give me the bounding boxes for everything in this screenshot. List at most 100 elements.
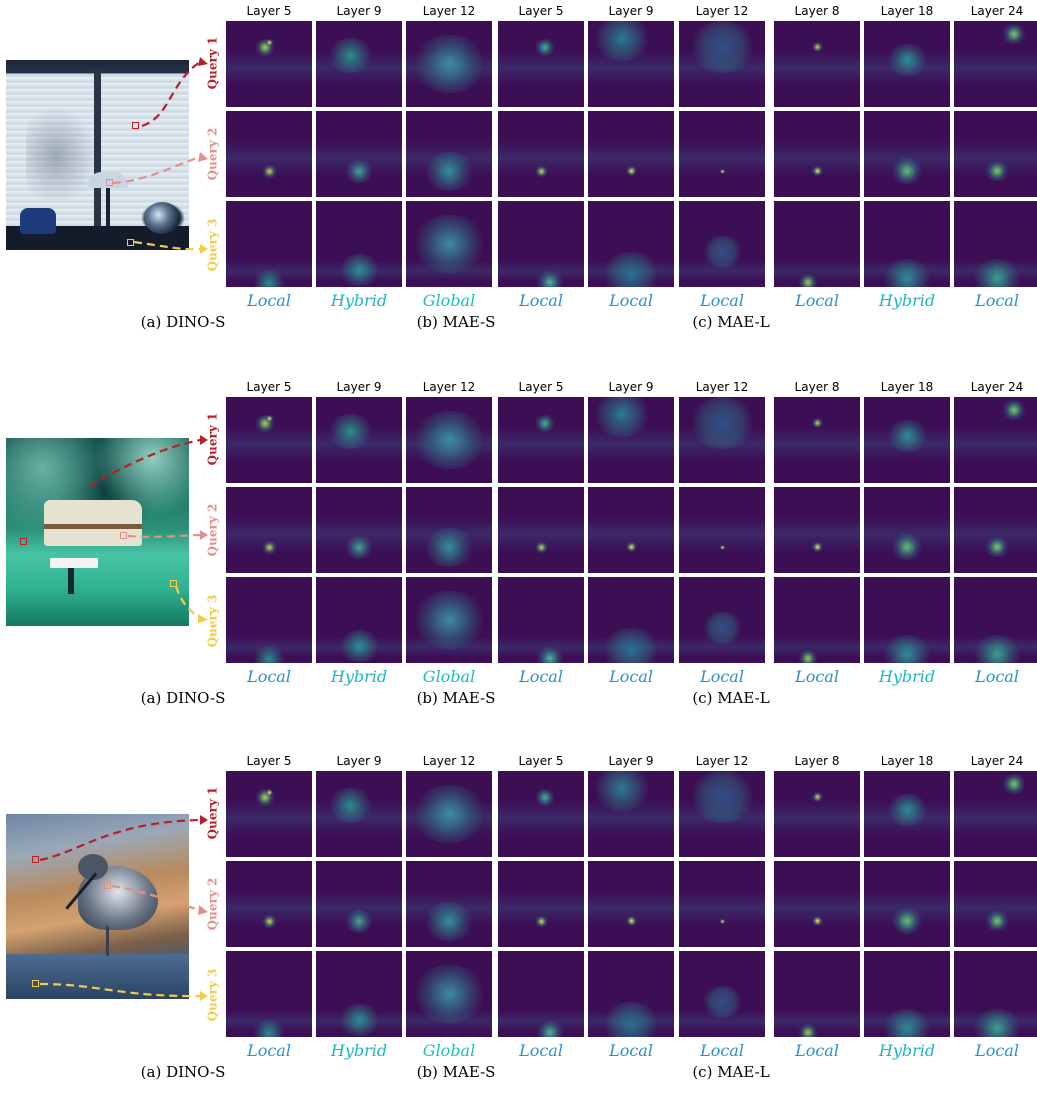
- attention-hotspot: [327, 414, 374, 449]
- attention-map-q1-layer-5: [498, 397, 584, 483]
- attention-map-q1-layer-9: [316, 21, 402, 107]
- attention-map-q1-layer-5: [226, 397, 312, 483]
- attention-hotspot: [601, 252, 661, 287]
- attention-hotspot: [797, 274, 819, 287]
- query-2-label: Query 2: [205, 503, 220, 557]
- attention-map-q1-layer-9: [588, 397, 674, 483]
- attention-hotspot: [423, 528, 475, 567]
- attention-hotspot: [344, 536, 374, 559]
- attention-band: [954, 801, 1037, 835]
- layer-title-layer-5: Layer 5: [246, 380, 292, 394]
- attention-band: [498, 427, 584, 461]
- layer-title-layer-24: Layer 24: [970, 754, 1024, 768]
- attention-map-q1-layer-8: [774, 21, 860, 107]
- attention-map-q1-layer-12: [406, 771, 492, 857]
- mode-label-local: Local: [609, 1041, 653, 1060]
- attention-hotspot: [534, 916, 549, 927]
- attention-band: [498, 51, 584, 85]
- layer-title-layer-24: Layer 24: [970, 4, 1024, 18]
- subfigure-caption: (b) MAE-S: [416, 1063, 496, 1081]
- attention-hotspot: [811, 166, 824, 176]
- query-1-label: Query 1: [205, 786, 220, 840]
- attention-hotspot: [534, 166, 549, 177]
- attention-map-q3-layer-9: [588, 951, 674, 1037]
- attention-map-q1-layer-8: [774, 397, 860, 483]
- attention-hotspot: [534, 789, 556, 806]
- layer-title-layer-5: Layer 5: [246, 4, 292, 18]
- attention-map-q2-layer-12: [406, 487, 492, 573]
- subfigure-caption: (a) DINO-S: [140, 689, 226, 707]
- attention-map-q2-layer-12: [679, 111, 765, 197]
- layer-title-layer-12: Layer 12: [695, 4, 749, 18]
- attention-hotspot: [423, 152, 475, 191]
- attention-hotspot: [534, 542, 549, 553]
- subfigure-caption: (c) MAE-L: [692, 313, 770, 331]
- attention-map-q3-layer-18: [864, 201, 950, 287]
- query-3-label: Query 3: [205, 218, 220, 272]
- attention-band: [774, 427, 860, 461]
- attention-map-q2-layer-24: [954, 861, 1037, 947]
- attention-hotspot: [797, 650, 819, 663]
- attention-band: [954, 427, 1037, 461]
- mode-label-local: Local: [247, 667, 291, 686]
- query-2-label: Query 2: [205, 877, 220, 931]
- attention-map-q3-layer-9: [316, 201, 402, 287]
- attention-hotspot: [984, 911, 1010, 931]
- attention-map-q2-layer-9: [588, 487, 674, 573]
- attention-hotspot: [984, 161, 1010, 181]
- attention-map-q3-layer-12: [406, 201, 492, 287]
- attention-hotspot: [261, 165, 278, 178]
- attention-map-q2-layer-12: [679, 487, 765, 573]
- attention-map-q2-layer-18: [864, 861, 950, 947]
- mode-label-local: Local: [975, 667, 1019, 686]
- query-2-marker: [104, 882, 111, 889]
- attention-map-q1-layer-9: [588, 771, 674, 857]
- mode-label-local: Local: [609, 667, 653, 686]
- attention-hotspot: [411, 35, 488, 93]
- mode-label-local: Local: [795, 1041, 839, 1060]
- mode-label-local: Local: [975, 1041, 1019, 1060]
- attention-hotspot: [327, 788, 374, 823]
- layer-title-layer-8: Layer 8: [794, 754, 840, 768]
- attention-map-q1-layer-12: [406, 21, 492, 107]
- attention-hotspot: [344, 160, 374, 183]
- attention-hotspot: [701, 986, 744, 1018]
- attention-map-q1-layer-24: [954, 397, 1037, 483]
- attention-map-q1-layer-18: [864, 21, 950, 107]
- attention-map-q2-layer-24: [954, 487, 1037, 573]
- layer-title-layer-12: Layer 12: [695, 380, 749, 394]
- layer-title-layer-18: Layer 18: [880, 754, 934, 768]
- attention-hotspot: [411, 215, 488, 273]
- subfigure-caption: (b) MAE-S: [416, 689, 496, 707]
- attention-map-q3-layer-5: [498, 951, 584, 1037]
- mode-label-local: Local: [795, 291, 839, 310]
- query-2-marker: [120, 532, 127, 539]
- mode-label-local: Local: [700, 291, 744, 310]
- attention-hotspot: [1001, 774, 1027, 794]
- attention-band: [774, 51, 860, 85]
- attention-hotspot: [344, 910, 374, 933]
- attention-map-q3-layer-9: [588, 577, 674, 663]
- layer-title-layer-12: Layer 12: [695, 754, 749, 768]
- attention-map-q2-layer-5: [498, 111, 584, 197]
- attention-map-q2-layer-12: [406, 111, 492, 197]
- attention-map-q3-layer-5: [226, 201, 312, 287]
- attention-map-q2-layer-5: [498, 487, 584, 573]
- attention-map-q1-layer-5: [226, 771, 312, 857]
- attention-hotspot: [338, 630, 381, 662]
- attention-map-q3-layer-8: [774, 577, 860, 663]
- attention-hotspot: [265, 39, 274, 46]
- layer-title-layer-24: Layer 24: [970, 380, 1024, 394]
- layer-title-layer-9: Layer 9: [608, 4, 654, 18]
- mode-label-global: Global: [422, 1041, 476, 1060]
- attention-map-q2-layer-9: [316, 861, 402, 947]
- attention-map-q3-layer-9: [316, 951, 402, 1037]
- subfigure-caption: (c) MAE-L: [692, 689, 770, 707]
- layer-title-layer-12: Layer 12: [422, 380, 476, 394]
- attention-hotspot: [534, 39, 556, 56]
- attention-hotspot: [1001, 24, 1027, 44]
- attention-map-q1-layer-5: [498, 21, 584, 107]
- attention-map-q1-layer-12: [679, 21, 765, 107]
- attention-hotspot: [411, 411, 488, 469]
- attention-map-q1-layer-24: [954, 771, 1037, 857]
